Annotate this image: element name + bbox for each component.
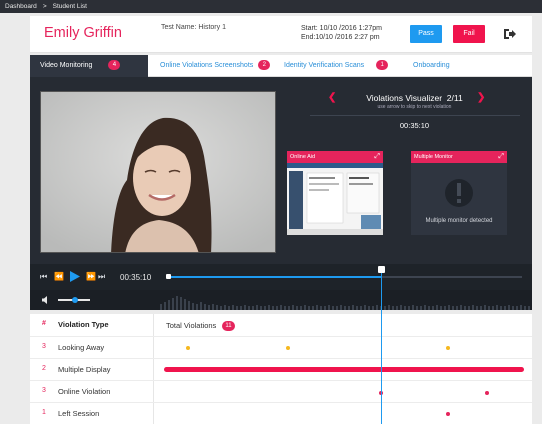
current-time: 00:35:10 (120, 273, 152, 282)
row-count: 2 (42, 365, 46, 372)
tab-identity-verification-scans[interactable]: Identity Verification Scans 1 (284, 55, 389, 77)
total-badge: 11 (222, 321, 235, 332)
sign-out-icon[interactable] (502, 27, 516, 41)
tab-label: Identity Verification Scans (284, 62, 365, 69)
table-row[interactable]: 2 Multiple Display (30, 358, 532, 380)
row-count: 3 (42, 387, 46, 394)
tab-label: Onboarding (413, 62, 450, 69)
breadcrumb-dashboard-link[interactable]: Dashboard (5, 3, 37, 10)
card-title: Multiple Monitor (414, 154, 453, 160)
end-time: End:10/10 /2016 2:27 pm (301, 34, 380, 41)
total-label: Total Violations (166, 321, 217, 330)
table-header: # Violation Type Total Violations 11 (30, 314, 532, 336)
next-violation-arrow[interactable]: ❯ (477, 92, 485, 103)
violation-marker[interactable] (446, 412, 450, 416)
violation-marker[interactable] (286, 346, 290, 350)
student-header: Emily Griffin Test Name: History 1 Start… (30, 16, 532, 53)
visualizer-hint: use arrow to skip to next violation (377, 104, 452, 110)
playhead-handle[interactable] (378, 266, 385, 273)
tab-label: Video Monitoring (40, 62, 93, 69)
visualizer-title: Violations Visualizer 2/11 (297, 93, 532, 103)
row-type: Online Violation (58, 387, 111, 396)
student-video-image (41, 92, 275, 252)
play-icon[interactable] (70, 271, 80, 282)
alert-icon (445, 179, 473, 207)
tab-count-badge: 1 (376, 60, 389, 71)
session-times: Start: 10/10 /2016 1:27pm End:10/10 /201… (301, 24, 382, 42)
screenshot-thumbnail (287, 163, 383, 235)
table-row[interactable]: 1 Left Session (30, 402, 532, 424)
table-row[interactable]: 3 Online Violation (30, 380, 532, 402)
volume-row (30, 290, 532, 310)
tab-video-monitoring[interactable]: Video Monitoring 4 (30, 55, 148, 77)
breadcrumb-student-list-link[interactable]: Student List (53, 3, 87, 10)
timeline-remaining[interactable] (382, 276, 522, 278)
card-header: Multiple Monitor ⤢ (411, 151, 507, 163)
rewind-icon[interactable]: ⏪ (54, 272, 64, 281)
student-name: Emily Griffin (44, 25, 122, 41)
tab-label: Online Violations Screenshots (160, 62, 254, 69)
divider (310, 115, 520, 116)
test-name: Test Name: History 1 (161, 24, 226, 31)
visualizer-counter: 2/11 (446, 93, 463, 103)
timeline-start-marker (166, 274, 171, 279)
breadcrumb-separator: > (42, 3, 47, 10)
player-controls: ⏮ ⏪ ⏩ ⏭ 00:35:10 (30, 264, 532, 290)
violations-table: # Violation Type Total Violations 11 3 L… (30, 314, 532, 424)
breadcrumb: Dashboard > Student List (0, 0, 542, 13)
tab-count-badge: 2 (258, 60, 271, 71)
header-violation-type: Violation Type (58, 320, 109, 329)
playhead-line[interactable] (381, 270, 382, 424)
card-header: Online Aid ⤢ (287, 151, 383, 163)
tab-online-violations-screenshots[interactable]: Online Violations Screenshots 2 (160, 55, 271, 77)
header-total-violations: Total Violations 11 (166, 321, 235, 332)
pass-button[interactable]: Pass (410, 25, 442, 43)
violation-marker[interactable] (446, 346, 450, 350)
row-count: 3 (42, 343, 46, 350)
fail-button[interactable]: Fail (453, 25, 485, 43)
tab-onboarding[interactable]: Onboarding (413, 55, 450, 77)
expand-icon[interactable]: ⤢ (498, 151, 504, 163)
tab-bar: Video Monitoring 4 Online Violations Scre… (30, 55, 532, 77)
row-type: Looking Away (58, 343, 105, 352)
student-video-feed[interactable] (40, 91, 276, 253)
row-type: Left Session (58, 409, 100, 418)
violation-span-bar[interactable] (164, 367, 524, 372)
skip-forward-icon[interactable]: ⏭ (98, 272, 105, 282)
visualizer-title-text: Violations Visualizer (366, 93, 443, 103)
visualizer-time: 00:35:10 (399, 121, 430, 130)
timeline-progress[interactable] (166, 276, 382, 278)
row-count: 1 (42, 409, 46, 416)
fast-forward-icon[interactable]: ⏩ (86, 272, 96, 281)
row-type: Multiple Display (58, 365, 111, 374)
header-hash: # (42, 320, 46, 327)
violation-card-online-aid[interactable]: Online Aid ⤢ (287, 151, 383, 235)
skip-back-icon[interactable]: ⏮ (40, 272, 47, 282)
expand-icon[interactable]: ⤢ (374, 151, 380, 163)
audio-waveform (160, 296, 530, 310)
volume-handle[interactable] (72, 297, 78, 303)
card-title: Online Aid (290, 154, 316, 160)
violation-marker[interactable] (186, 346, 190, 350)
violation-marker[interactable] (485, 391, 489, 395)
start-time: Start: 10/10 /2016 1:27pm (301, 25, 382, 32)
tab-count-badge: 4 (108, 60, 121, 71)
volume-icon[interactable] (42, 296, 51, 304)
table-row[interactable]: 3 Looking Away (30, 336, 532, 358)
violation-card-multiple-monitor[interactable]: Multiple Monitor ⤢ Multiple monitor dete… (411, 151, 507, 235)
